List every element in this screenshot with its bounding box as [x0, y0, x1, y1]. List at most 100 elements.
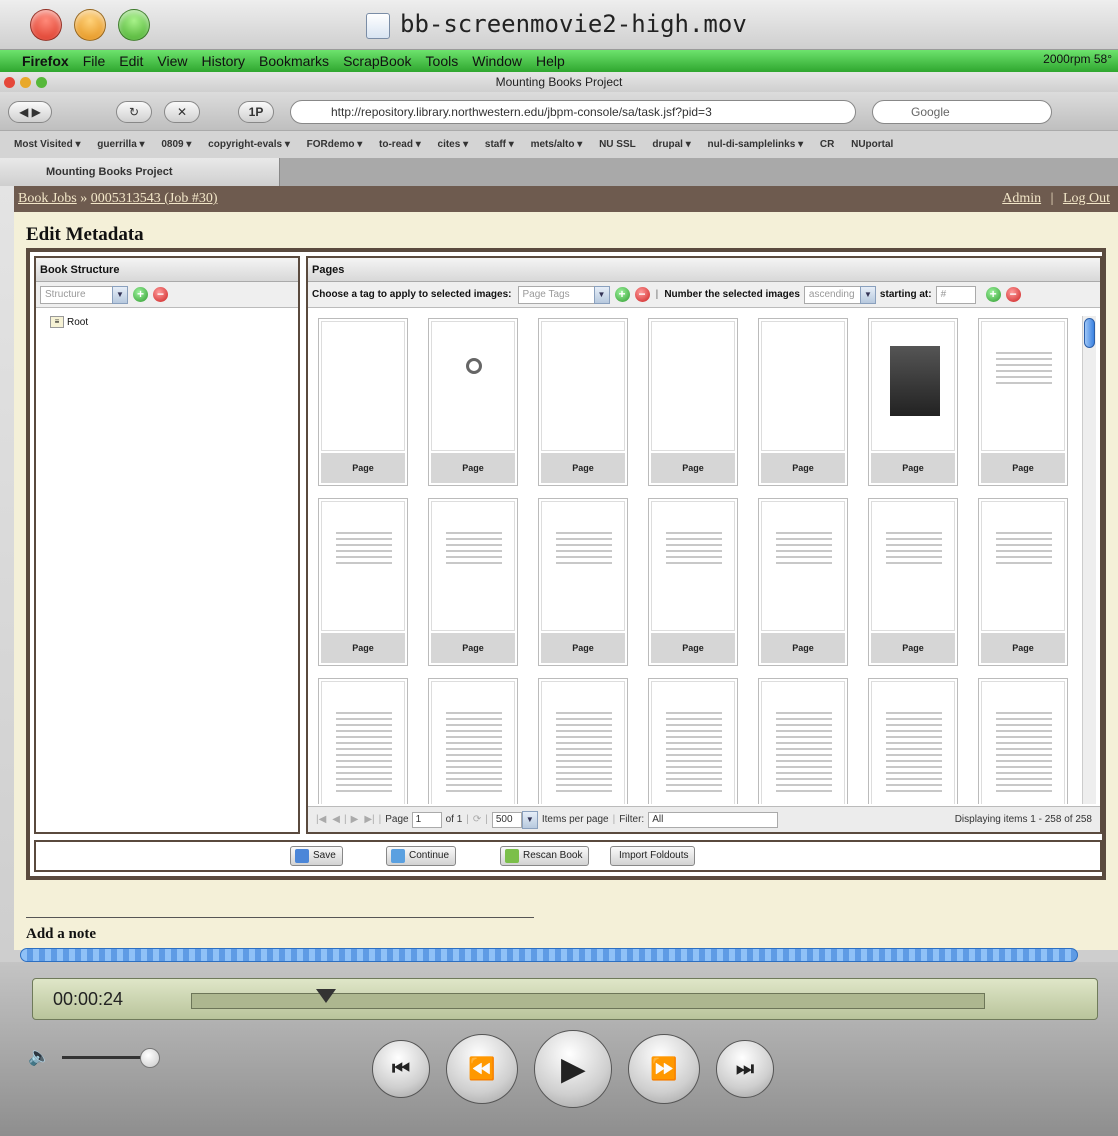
- page-thumbnail[interactable]: Page: [868, 678, 958, 804]
- refresh-icon[interactable]: ⟳: [473, 814, 481, 825]
- bookmark-item[interactable]: CR: [820, 139, 834, 150]
- bookmark-item[interactable]: copyright-evals ▾: [208, 139, 290, 150]
- bookmark-item[interactable]: NU SSL: [599, 139, 636, 150]
- scroll-thumb[interactable]: [1084, 318, 1095, 348]
- page-number-input[interactable]: 1: [411, 811, 442, 828]
- last-page-icon[interactable]: ▶|: [364, 814, 374, 825]
- minimize-light-icon[interactable]: [74, 9, 106, 41]
- tab-mounting-books[interactable]: Mounting Books Project: [0, 158, 280, 186]
- menu-view[interactable]: View: [157, 53, 187, 69]
- per-page-dropdown[interactable]: ▼: [521, 810, 538, 829]
- page-thumbnail[interactable]: Page: [318, 678, 408, 804]
- fast-forward-icon[interactable]: ⏩: [628, 1034, 700, 1104]
- bookmark-item[interactable]: guerrilla ▾: [97, 139, 144, 150]
- bookmark-item[interactable]: mets/alto ▾: [531, 139, 583, 150]
- vertical-scrollbar[interactable]: [1082, 316, 1096, 804]
- apply-number-icon[interactable]: +: [985, 287, 1001, 302]
- bookmark-item[interactable]: cites ▾: [438, 139, 469, 150]
- bookmark-item[interactable]: drupal ▾: [652, 139, 690, 150]
- page-thumbnail[interactable]: Page: [428, 678, 518, 804]
- page-thumbnail[interactable]: Page: [648, 678, 738, 804]
- play-icon[interactable]: ▶: [534, 1030, 612, 1108]
- page-thumbnail[interactable]: Page: [868, 498, 958, 666]
- bookmark-item[interactable]: nul-di-samplelinks ▾: [708, 139, 804, 150]
- page-thumbnail[interactable]: Page: [538, 318, 628, 486]
- page-thumbnail[interactable]: Page: [538, 678, 628, 804]
- bookmark-item[interactable]: FORdemo ▾: [307, 139, 363, 150]
- stop-icon[interactable]: ✕: [164, 101, 200, 123]
- 1p-extension-icon[interactable]: 1P: [238, 101, 274, 123]
- page-thumbnail[interactable]: Page: [978, 318, 1068, 486]
- volume-slider[interactable]: [62, 1056, 148, 1059]
- starting-at-input[interactable]: #: [935, 285, 976, 304]
- rewind-icon[interactable]: ⏪: [446, 1034, 518, 1104]
- page-thumbnail[interactable]: Page: [648, 318, 738, 486]
- menu-window[interactable]: Window: [472, 53, 522, 69]
- menu-scrapbook[interactable]: ScrapBook: [343, 53, 411, 69]
- admin-link[interactable]: Admin: [1002, 191, 1041, 206]
- clear-number-icon[interactable]: −: [1005, 287, 1021, 302]
- page-tags-select[interactable]: Page Tags ▼: [517, 285, 610, 304]
- next-page-icon[interactable]: ▶: [351, 814, 359, 825]
- url-bar[interactable]: http://repository.library.northwestern.e…: [290, 100, 856, 124]
- menu-history[interactable]: History: [201, 53, 245, 69]
- page-thumbnail[interactable]: Page: [428, 318, 518, 486]
- page-thumbnail[interactable]: Page: [318, 498, 408, 666]
- browser-close-icon[interactable]: [4, 77, 15, 88]
- zoom-light-icon[interactable]: [118, 9, 150, 41]
- menu-firefox[interactable]: Firefox: [22, 53, 69, 69]
- page-label: Page: [385, 814, 409, 825]
- page-thumbnail[interactable]: Page: [758, 498, 848, 666]
- remove-structure-icon[interactable]: −: [153, 287, 168, 302]
- rescan-book-button[interactable]: Rescan Book: [500, 846, 590, 866]
- back-forward-buttons[interactable]: ◀ ▶: [8, 101, 52, 123]
- menu-tools[interactable]: Tools: [426, 53, 459, 69]
- add-structure-icon[interactable]: +: [133, 287, 148, 302]
- browser-minimize-icon[interactable]: [20, 77, 31, 88]
- bookmark-item[interactable]: Most Visited ▾: [14, 139, 81, 150]
- page-thumbnail[interactable]: Page: [428, 498, 518, 666]
- volume-knob[interactable]: [140, 1048, 160, 1068]
- menu-edit[interactable]: Edit: [119, 53, 143, 69]
- number-mode-select[interactable]: ascending ▼: [803, 285, 876, 304]
- reload-icon[interactable]: ↻: [116, 101, 152, 123]
- prev-page-icon[interactable]: ◀: [332, 814, 340, 825]
- page-text-line: [666, 556, 722, 558]
- add-tag-icon[interactable]: +: [614, 287, 630, 302]
- save-button[interactable]: Save: [290, 846, 343, 866]
- menu-file[interactable]: File: [83, 53, 106, 69]
- close-light-icon[interactable]: [30, 9, 62, 41]
- search-box[interactable]: Google: [872, 100, 1052, 124]
- items-per-page-input[interactable]: 500: [491, 811, 522, 828]
- breadcrumb-book-jobs[interactable]: Book Jobs: [18, 191, 77, 206]
- filter-select[interactable]: All: [648, 811, 779, 828]
- page-thumbnail[interactable]: Page: [978, 678, 1068, 804]
- skip-back-icon[interactable]: ⏮: [372, 1040, 430, 1098]
- page-thumbnail[interactable]: Page: [758, 318, 848, 486]
- structure-select[interactable]: Structure ▼: [40, 285, 128, 304]
- remove-tag-icon[interactable]: −: [634, 287, 650, 302]
- bookmark-item[interactable]: 0809 ▾: [161, 139, 191, 150]
- logout-link[interactable]: Log Out: [1063, 191, 1110, 206]
- scrubber-track[interactable]: [191, 993, 985, 1009]
- tree-root[interactable]: ≡ Root: [50, 316, 88, 328]
- playhead-icon[interactable]: [315, 989, 336, 1003]
- page-thumbnail[interactable]: Page: [758, 678, 848, 804]
- bookmark-item[interactable]: staff ▾: [485, 139, 514, 150]
- menu-bookmarks[interactable]: Bookmarks: [259, 53, 329, 69]
- menu-help[interactable]: Help: [536, 53, 565, 69]
- first-page-icon[interactable]: |◀: [316, 814, 326, 825]
- skip-forward-icon[interactable]: ⏭: [716, 1040, 774, 1098]
- import-foldouts-button[interactable]: Import Foldouts: [610, 846, 696, 866]
- browser-zoom-icon[interactable]: [36, 77, 47, 88]
- page-thumbnail[interactable]: Page: [978, 498, 1068, 666]
- page-thumbnail[interactable]: Page: [318, 318, 408, 486]
- bookmark-item[interactable]: to-read ▾: [379, 139, 421, 150]
- browser-horizontal-scrollbar[interactable]: [20, 948, 1078, 962]
- continue-button[interactable]: Continue: [386, 846, 457, 866]
- breadcrumb-job[interactable]: 0005313543 (Job #30): [91, 191, 218, 206]
- page-thumbnail[interactable]: Page: [868, 318, 958, 486]
- page-thumbnail[interactable]: Page: [538, 498, 628, 666]
- page-thumbnail[interactable]: Page: [648, 498, 738, 666]
- bookmark-item[interactable]: NUportal: [851, 139, 893, 150]
